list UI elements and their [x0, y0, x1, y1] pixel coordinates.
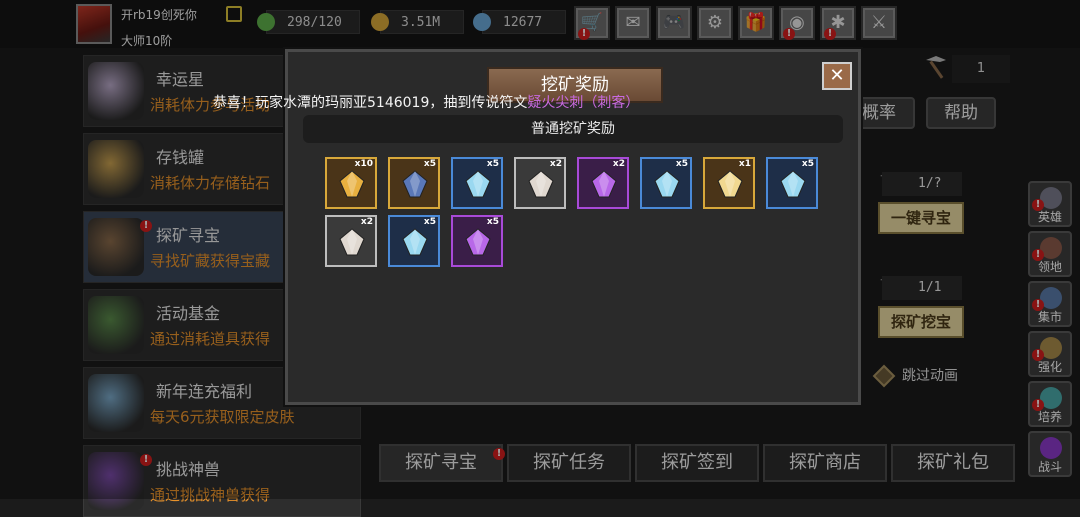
reward-quantity: x1: [738, 159, 751, 169]
reward-quantity: x5: [486, 217, 499, 227]
reward-quantity: x5: [675, 159, 688, 169]
reward-quantity: x5: [486, 159, 499, 169]
reward-quantity: x2: [612, 159, 625, 169]
reward-item-treasure-chest[interactable]: x2: [325, 215, 377, 267]
ice-crystal-icon: [780, 170, 806, 198]
reward-item-ice-crystal[interactable]: x5: [388, 215, 440, 267]
reward-item-purple-crystal[interactable]: x2: [577, 157, 629, 209]
reward-quantity: x2: [360, 217, 373, 227]
announcement-text: 恭喜！玩家水潭的玛丽亚5146019，抽到传说符文: [213, 95, 528, 111]
reward-item-ice-crystal[interactable]: x5: [640, 157, 692, 209]
close-button[interactable]: ✕: [822, 62, 852, 90]
reward-quantity: x5: [801, 159, 814, 169]
reward-item-blue-ore[interactable]: x5: [388, 157, 440, 209]
reward-item-treasure-chest[interactable]: x2: [514, 157, 566, 209]
reward-quantity: x5: [423, 159, 436, 169]
reward-quantity: x10: [354, 159, 373, 169]
ice-crystal-icon: [402, 228, 428, 256]
reward-section-header: 普通挖矿奖励: [303, 115, 843, 143]
amber-shard-icon: [339, 170, 365, 198]
announcement-banner: 恭喜！玩家水潭的玛丽亚5146019，抽到传说符文疑火尖刺（刺客）: [213, 92, 639, 112]
purple-crystal-icon: [591, 170, 617, 198]
golden-egg-icon: [717, 170, 743, 198]
reward-item-golden-egg[interactable]: x1: [703, 157, 755, 209]
reward-item-ice-crystal[interactable]: x5: [766, 157, 818, 209]
reward-item-amber-shard[interactable]: x10: [325, 157, 377, 209]
ice-crystal-icon: [654, 170, 680, 198]
announcement-item: 疑火尖刺（刺客）: [527, 95, 640, 111]
reward-item-ice-crystal[interactable]: x5: [451, 157, 503, 209]
ice-crystal-icon: [465, 170, 491, 198]
treasure-chest-icon: [339, 228, 365, 256]
purple-crystal-icon: [465, 228, 491, 256]
reward-item-purple-crystal[interactable]: x5: [451, 215, 503, 267]
treasure-chest-icon: [528, 170, 554, 198]
reward-quantity: x2: [549, 159, 562, 169]
blue-ore-icon: [402, 170, 428, 198]
reward-quantity: x5: [423, 217, 436, 227]
